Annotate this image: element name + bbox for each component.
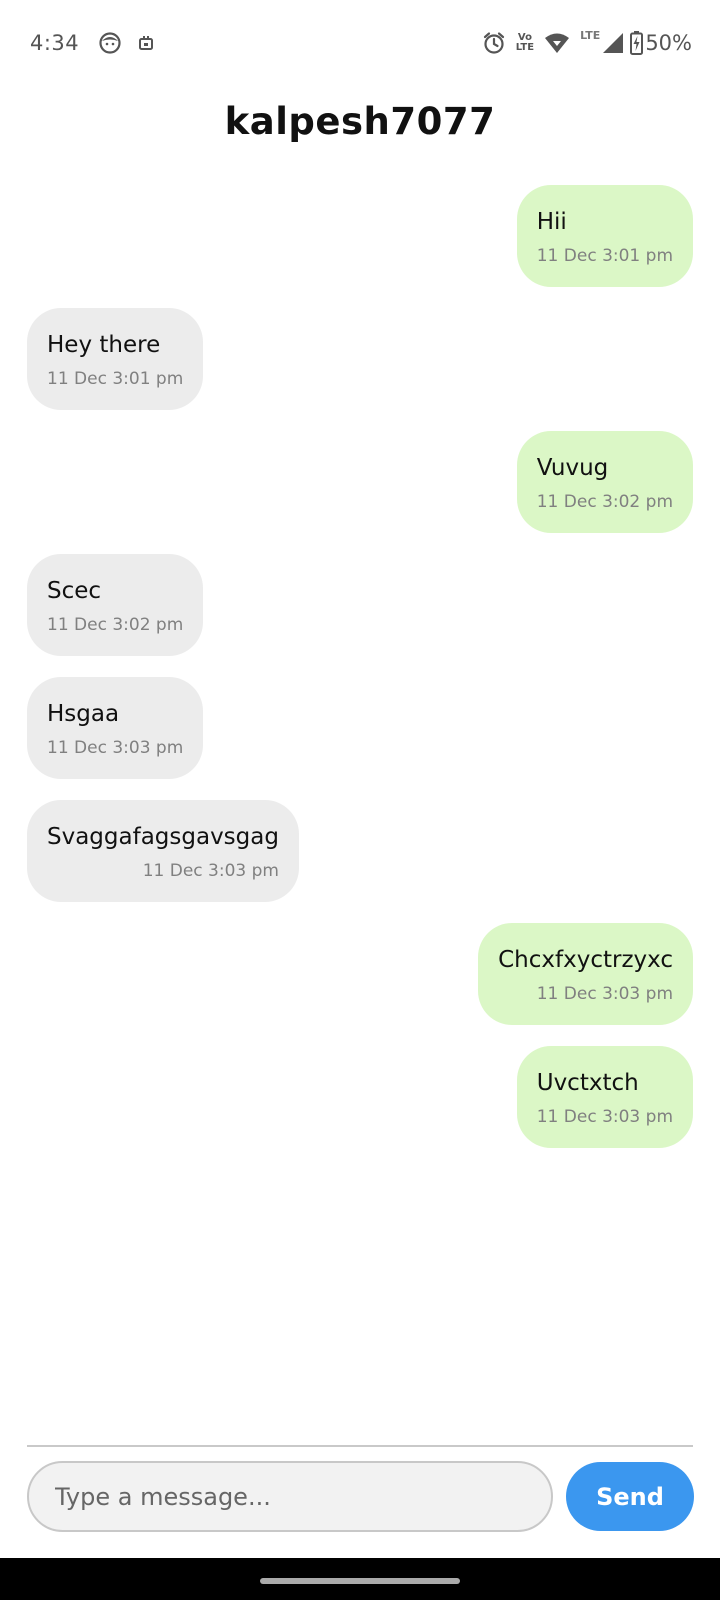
home-gesture-handle[interactable] — [260, 1578, 460, 1584]
lte-label: LTE — [580, 28, 601, 42]
message-text: Chcxfxyctrzyxc — [498, 947, 673, 973]
calendar-notification-icon — [139, 36, 154, 50]
message-text: Hey there — [47, 332, 161, 358]
battery-percent: 50% — [645, 31, 692, 55]
chat-title: kalpesh7077 — [224, 100, 496, 143]
message-timestamp: 11 Dec 3:01 pm — [47, 369, 184, 389]
message-input[interactable] — [27, 1461, 553, 1532]
chat-screen: 4:34 Vo LTE LTE 50% kalpesh7077 Hii 11 D… — [0, 0, 720, 1600]
wifi-icon — [544, 32, 570, 54]
message-bubble-sent: Hii 11 Dec 3:01 pm — [516, 185, 693, 287]
message-bubble-sent: Uvctxtch 11 Dec 3:03 pm — [516, 1046, 693, 1148]
status-bar: 4:34 Vo LTE LTE 50% — [0, 0, 720, 86]
status-time: 4:34 — [30, 31, 80, 55]
message-timestamp: 11 Dec 3:02 pm — [47, 615, 184, 635]
composer-divider — [27, 1445, 693, 1447]
message-text: Uvctxtch — [536, 1070, 639, 1096]
battery-indicator: 50% — [630, 31, 692, 55]
message-bubble-received: Hey there 11 Dec 3:01 pm — [27, 308, 204, 410]
message-text: Vuvug — [536, 455, 609, 481]
message-text: Scec — [47, 578, 102, 604]
message-timestamp: 11 Dec 3:03 pm — [47, 738, 184, 758]
message-bubble-sent: Vuvug 11 Dec 3:02 pm — [516, 431, 693, 533]
alarm-icon — [482, 31, 506, 55]
message-timestamp: 11 Dec 3:02 pm — [536, 492, 673, 512]
message-bubble-received: Svaggafagsgavsgag 11 Dec 3:03 pm — [27, 800, 299, 902]
status-right: Vo LTE LTE 50% — [472, 28, 692, 55]
message-bubble-received: Hsgaa 11 Dec 3:03 pm — [27, 677, 204, 779]
battery-charging-icon — [630, 31, 644, 55]
message-timestamp: 11 Dec 3:03 pm — [536, 984, 673, 1004]
message-text: Hii — [536, 209, 567, 235]
lte-signal-icon: LTE — [580, 28, 624, 54]
message-text: Svaggafagsgavsgag — [47, 824, 279, 850]
volte-icon: Vo LTE — [516, 33, 534, 53]
message-text: Hsgaa — [47, 701, 120, 727]
volte-label-bottom: LTE — [515, 42, 535, 53]
status-left: 4:34 — [30, 31, 171, 55]
message-timestamp: 11 Dec 3:01 pm — [536, 246, 673, 266]
send-button[interactable]: Send — [566, 1462, 694, 1531]
face-notification-icon — [99, 32, 121, 54]
message-bubble-sent: Chcxfxyctrzyxc 11 Dec 3:03 pm — [478, 923, 693, 1025]
navigation-bar — [0, 1558, 720, 1600]
message-timestamp: 11 Dec 3:03 pm — [536, 1107, 673, 1127]
message-timestamp: 11 Dec 3:03 pm — [142, 861, 279, 881]
message-bubble-received: Scec 11 Dec 3:02 pm — [27, 554, 204, 656]
